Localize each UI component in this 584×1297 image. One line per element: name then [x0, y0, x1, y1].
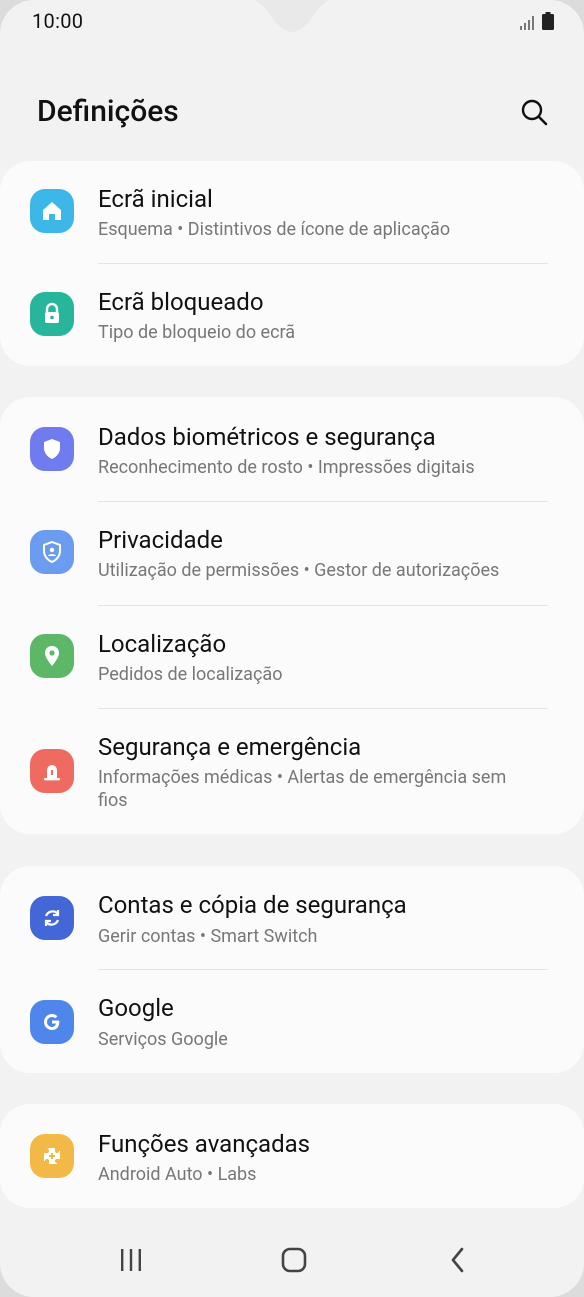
settings-item-title: Contas e cópia de segurança: [98, 891, 407, 919]
signal-icon: [520, 16, 534, 30]
home-button[interactable]: [264, 1230, 324, 1290]
settings-item-title: Localização: [98, 630, 227, 658]
settings-item-home-screen[interactable]: Ecrã inicial Esquema • Distintivos de íc…: [0, 161, 584, 264]
puzzle-plus-icon: [30, 1134, 74, 1178]
recent-apps-icon: [121, 1249, 141, 1271]
settings-item-privacy[interactable]: Privacidade Utilização de permissões • G…: [0, 502, 584, 605]
settings-item-subtitle: Android Auto • Labs: [98, 1164, 257, 1185]
settings-item-subtitle: Serviços Google: [98, 1029, 228, 1050]
settings-item-advanced-features[interactable]: Funções avançadas Android Auto • Labs: [0, 1104, 584, 1208]
battery-icon: [542, 12, 554, 30]
settings-item-title: Ecrã inicial: [98, 185, 213, 213]
settings-item-google[interactable]: Google Serviços Google: [0, 970, 584, 1073]
navigation-bar: [0, 1230, 584, 1290]
home-icon: [30, 189, 74, 233]
settings-item-subtitle: Utilização de permissões • Gestor de aut…: [98, 560, 500, 581]
google-icon: [30, 1000, 74, 1044]
settings-item-location[interactable]: Localização Pedidos de localização: [0, 606, 584, 709]
settings-item-accounts-backup[interactable]: Contas e cópia de segurança Gerir contas…: [0, 866, 584, 970]
camera-notch: [254, 0, 330, 32]
settings-item-title: Dados biométricos e segurança: [98, 423, 436, 451]
settings-item-subtitle: Pedidos de localização: [98, 664, 283, 685]
settings-item-title: Privacidade: [98, 526, 223, 554]
settings-item-safety-emergency[interactable]: Segurança e emergência Informações médic…: [0, 709, 584, 834]
settings-item-subtitle: Reconhecimento de rosto • Impressões dig…: [98, 457, 475, 478]
search-button[interactable]: [516, 94, 552, 130]
recent-apps-button[interactable]: [101, 1230, 161, 1290]
page-title: Definições: [37, 94, 179, 129]
home-button-icon: [281, 1247, 307, 1273]
status-bar: 10:00: [0, 0, 584, 42]
lock-icon: [30, 292, 74, 336]
settings-item-title: Funções avançadas: [98, 1130, 311, 1158]
privacy-shield-icon: [30, 530, 74, 574]
settings-item-subtitle: Gerir contas • Smart Switch: [98, 926, 318, 947]
settings-item-biometrics[interactable]: Dados biométricos e segurança Reconhecim…: [0, 397, 584, 501]
settings-item-title: Ecrã bloqueado: [98, 288, 264, 316]
settings-item-subtitle: Informações médicas • Alertas de emergên…: [98, 767, 507, 811]
location-pin-icon: [30, 634, 74, 678]
settings-item-title: Segurança e emergência: [98, 733, 362, 761]
settings-item-lock-screen[interactable]: Ecrã bloqueado Tipo de bloqueio do ecrã: [0, 264, 584, 366]
settings-item-subtitle: Esquema • Distintivos de ícone de aplica…: [98, 219, 451, 240]
shield-icon: [30, 427, 74, 471]
phone-screen: 10:00 Definições Ecrã inicial Esquema • …: [0, 0, 584, 1297]
settings-item-subtitle: Tipo de bloqueio do ecrã: [98, 322, 296, 343]
back-button[interactable]: [428, 1230, 488, 1290]
settings-item-title: Google: [98, 994, 174, 1022]
search-icon: [521, 99, 548, 126]
sync-icon: [30, 896, 74, 940]
back-icon: [451, 1247, 464, 1273]
status-icons: [520, 12, 554, 30]
emergency-alert-icon: [30, 749, 74, 793]
status-time: 10:00: [32, 9, 84, 33]
